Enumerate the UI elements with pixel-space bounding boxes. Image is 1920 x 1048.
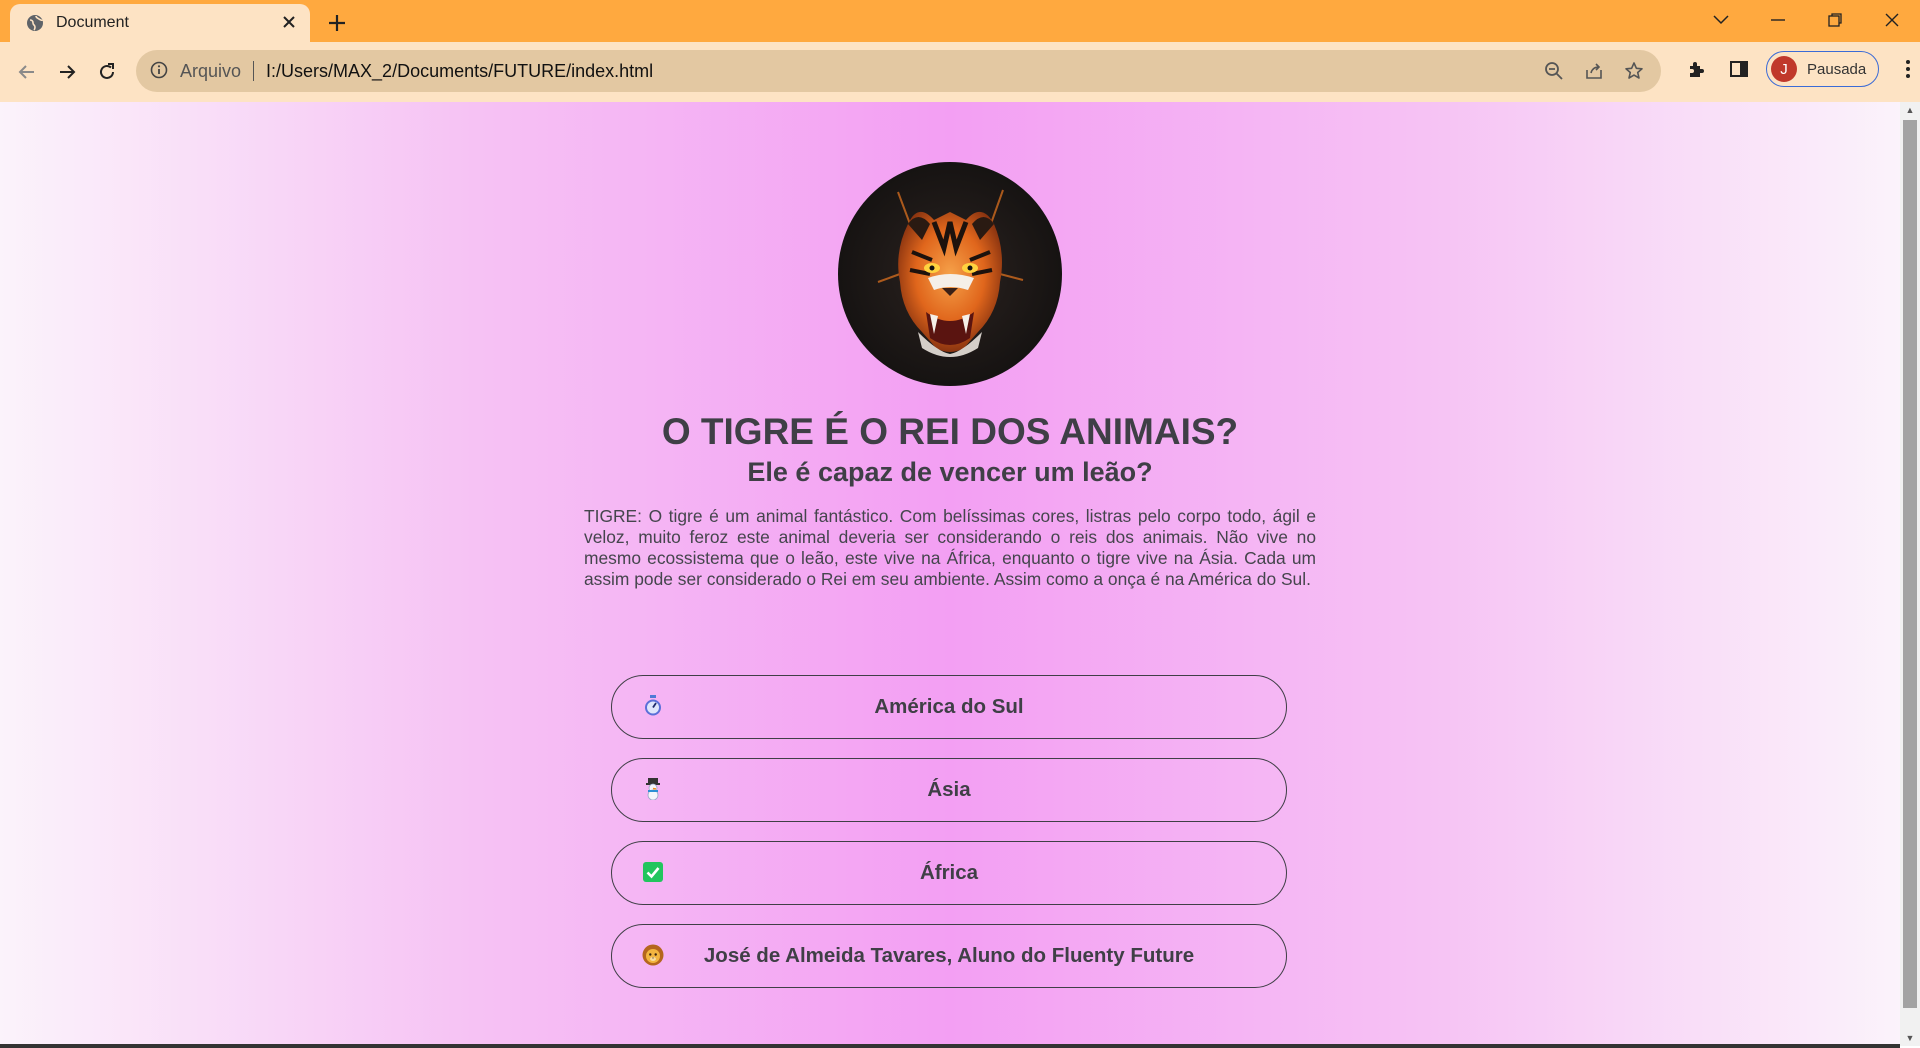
reload-icon[interactable]	[92, 57, 122, 87]
plus-icon	[328, 9, 346, 37]
check-mark-icon	[642, 861, 664, 883]
option-label: África	[919, 861, 979, 884]
more-vert-icon[interactable]	[1893, 54, 1920, 84]
globe-icon	[26, 14, 44, 32]
browser-titlebar: Document	[0, 0, 1920, 42]
close-icon[interactable]	[282, 13, 296, 33]
page-viewport: O TIGRE É O REI DOS ANIMAIS? Ele é capaz…	[0, 102, 1900, 1046]
address-url[interactable]: I:/Users/MAX_2/Documents/FUTURE/index.ht…	[266, 61, 653, 82]
tab-title: Document	[56, 14, 129, 31]
info-icon[interactable]	[150, 61, 170, 81]
option-africa[interactable]: África	[611, 841, 1287, 905]
omnibox-actions	[1541, 50, 1647, 92]
option-author[interactable]: José de Almeida Tavares, Aluno do Fluent…	[611, 924, 1287, 988]
avatar: J	[1771, 56, 1797, 82]
address-separator	[253, 61, 255, 81]
option-asia[interactable]: Ásia	[611, 758, 1287, 822]
option-america-do-sul[interactable]: América do Sul	[611, 675, 1287, 739]
star-icon[interactable]	[1621, 58, 1647, 84]
toolbar-right: J Pausada	[1682, 51, 1920, 87]
snowman-icon	[642, 778, 664, 800]
new-tab-button[interactable]	[322, 8, 352, 38]
scroll-up-arrow-icon[interactable]: ▲	[1900, 102, 1920, 118]
scroll-down-arrow-icon[interactable]: ▼	[1900, 1030, 1920, 1046]
forward-arrow-icon[interactable]	[52, 57, 82, 87]
side-panel-icon[interactable]	[1724, 54, 1754, 84]
back-arrow-icon[interactable]	[12, 57, 42, 87]
close-window-icon[interactable]	[1863, 0, 1920, 40]
minimize-icon[interactable]	[1749, 0, 1806, 40]
address-scheme-label: Arquivo	[180, 60, 242, 81]
window-bottom-border	[0, 1044, 1900, 1048]
extensions-icon[interactable]	[1682, 54, 1712, 84]
scrollbar-thumb[interactable]	[1903, 120, 1917, 1008]
browser-toolbar: Arquivo I:/Users/MAX_2/Documents/FUTURE/…	[0, 42, 1920, 102]
profile-button[interactable]: J Pausada	[1766, 51, 1880, 87]
chevron-down-icon[interactable]	[1692, 0, 1749, 40]
option-label: América do Sul	[874, 695, 1024, 718]
window-controls	[1692, 0, 1920, 40]
restore-icon[interactable]	[1806, 0, 1863, 40]
answer-options: América do Sul Ásia África José de Almei…	[611, 675, 1287, 1007]
option-label: Ásia	[927, 778, 971, 801]
browser-tab[interactable]: Document	[10, 4, 310, 42]
profile-status: Pausada	[1807, 60, 1867, 78]
stopwatch-icon	[642, 695, 664, 717]
lion-icon	[642, 944, 664, 966]
description-paragraph: TIGRE: O tigre é um animal fantástico. C…	[584, 506, 1316, 589]
page-subtitle: Ele é capaz de vencer um leão?	[747, 457, 1153, 487]
option-label: José de Almeida Tavares, Aluno do Fluent…	[703, 944, 1195, 967]
page-title: O TIGRE É O REI DOS ANIMAIS?	[661, 411, 1239, 452]
zoom-out-icon[interactable]	[1541, 58, 1567, 84]
share-icon[interactable]	[1581, 58, 1607, 84]
vertical-scrollbar[interactable]: ▲ ▼	[1900, 102, 1920, 1046]
tiger-image	[838, 162, 1062, 386]
address-bar[interactable]: Arquivo I:/Users/MAX_2/Documents/FUTURE/…	[136, 50, 1661, 92]
